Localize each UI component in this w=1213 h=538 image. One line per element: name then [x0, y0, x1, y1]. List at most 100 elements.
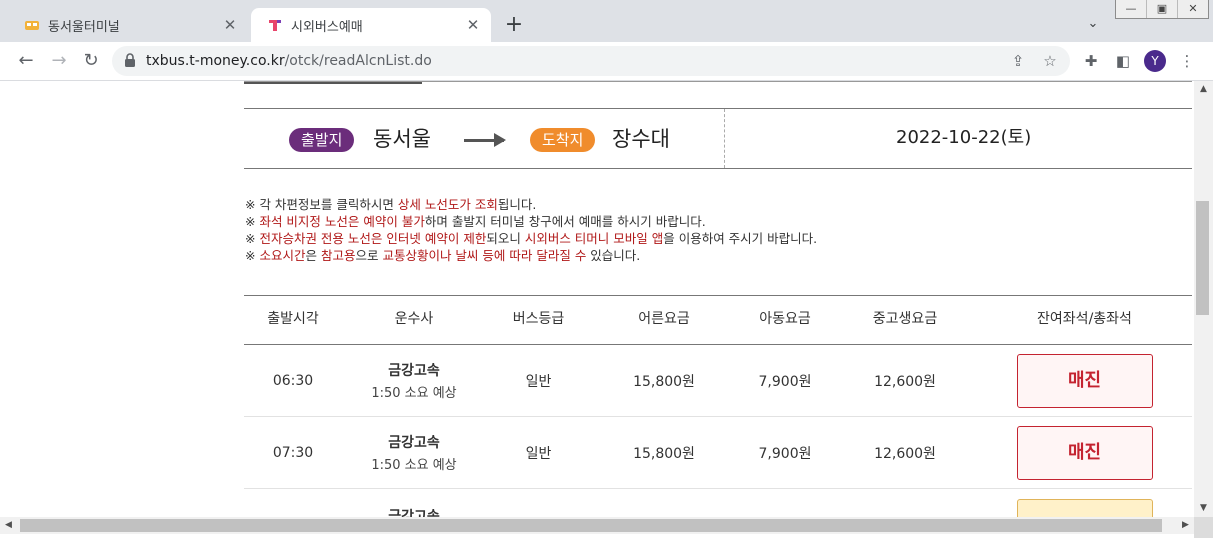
seat-cell: 매진: [977, 345, 1192, 416]
table-header: 출발시각 운수사 버스등급 어른요금 아동요금 중고생요금 잔여좌석/총좌석: [244, 295, 1192, 345]
teen-fare: 12,600원: [874, 373, 936, 390]
notice-text: 있습니다.: [586, 248, 641, 263]
soldout-button[interactable]: 매진: [1016, 353, 1153, 408]
tab-bus-reservation[interactable]: 시외버스예매 ✕: [251, 8, 491, 42]
window-controls: — ▣ ✕: [1115, 0, 1209, 19]
divider: [724, 109, 725, 168]
vertical-scrollbar[interactable]: ▲ ▼: [1194, 81, 1213, 517]
teen-fare: 12,600원: [874, 445, 936, 462]
share-icon[interactable]: ⇪: [1008, 51, 1028, 71]
company-cell: 금강고속 1:50 소요 예상: [342, 417, 486, 488]
scroll-down-icon[interactable]: ▼: [1194, 500, 1213, 517]
notice-highlight: 소요시간: [259, 248, 306, 263]
departure-time: 07:30: [272, 444, 314, 461]
horizontal-scrollbar[interactable]: ◀ ▶: [0, 517, 1194, 534]
company-cell: 금강고속: [342, 489, 486, 517]
seat-cell: [977, 489, 1192, 517]
url-path: /otck/readAlcnList.do: [284, 53, 432, 69]
seat-select-button[interactable]: [1016, 499, 1153, 517]
notice-text: 되오니: [486, 231, 525, 246]
star-icon[interactable]: ☆: [1040, 51, 1060, 71]
duration: 1:50 소요 예상: [371, 458, 457, 473]
table-row[interactable]: 금강고속: [244, 489, 1192, 517]
company-cell: 금강고속 1:50 소요 예상: [342, 345, 486, 416]
notice-line: ※ 전자승차권 전용 노선은 인터넷 예약이 제한되오니 시외버스 티머니 모바…: [245, 230, 817, 247]
departure-date: 2022-10-22(토): [896, 127, 1032, 148]
adult-fare: 15,800원: [633, 445, 695, 462]
notice-highlight: 전자승차권 전용 노선은 인터넷 예약이 제한: [259, 231, 487, 246]
terminal-favicon-icon: [24, 17, 40, 33]
notice-line: ※ 소요시간은 참고용으로 교통상황이나 날씨 등에 따라 달라질 수 있습니다…: [245, 247, 817, 264]
header-bus-grade: 버스등급: [512, 311, 565, 327]
header-seats: 잔여좌석/총좌석: [1037, 311, 1132, 327]
restore-icon[interactable]: ▣: [1147, 0, 1178, 18]
route-arrow-icon: [464, 133, 506, 147]
notice-highlight: 좌석 비지정 노선은 예약이 불가: [259, 214, 425, 229]
soldout-button[interactable]: 매진: [1016, 425, 1153, 480]
notice-highlight: 상세 노선도가 조회: [397, 197, 498, 212]
url-host: txbus.t-money.co.kr: [146, 53, 285, 69]
tab-strip: 동서울터미널 ✕ 시외버스예매 ✕ + ⌄ — ▣ ✕: [0, 0, 1213, 42]
notice-line: ※ 좌석 비지정 노선은 예약이 불가하며 출발지 터미널 창구에서 예매를 하…: [245, 213, 817, 230]
company-name: 금강고속: [388, 435, 440, 451]
child-fare: 7,900원: [758, 373, 812, 390]
notice-text: ※ 각 차편정보를 클릭하시면: [245, 197, 398, 212]
forward-icon[interactable]: →: [47, 49, 71, 73]
company-name: 금강고속: [388, 363, 440, 379]
tmoney-favicon-icon: [267, 17, 283, 33]
arrival-city: 장수대: [612, 127, 670, 151]
schedule-table: 출발시각 운수사 버스등급 어른요금 아동요금 중고생요금 잔여좌석/총좌석 0…: [244, 295, 1192, 517]
tab-close-icon[interactable]: ✕: [465, 17, 481, 33]
tab-title: 시외버스예매: [291, 19, 363, 35]
notice-text: ※: [245, 231, 260, 246]
header-departure-time: 출발시각: [267, 311, 319, 327]
back-icon[interactable]: ←: [14, 49, 38, 73]
header-teen-fare: 중고생요금: [872, 311, 938, 327]
header-child-fare: 아동요금: [759, 311, 811, 327]
table-row[interactable]: 07:30 금강고속 1:50 소요 예상 일반 15,800원 7,900원 …: [244, 417, 1192, 489]
tab-dongseoul-terminal[interactable]: 동서울터미널 ✕: [8, 8, 248, 42]
notice-text: 으로: [355, 248, 383, 263]
new-tab-icon[interactable]: +: [502, 13, 526, 37]
header-company: 운수사: [394, 311, 434, 327]
url-text[interactable]: txbus.t-money.co.kr/otck/readAlcnList.do: [146, 46, 432, 76]
bus-grade: 일반: [525, 373, 552, 390]
scroll-up-icon[interactable]: ▲: [1194, 81, 1213, 98]
tab-title: 동서울터미널: [48, 19, 120, 35]
notice-text: ※: [245, 214, 260, 229]
scroll-thumb[interactable]: [1196, 201, 1209, 315]
tab-close-icon[interactable]: ✕: [222, 17, 238, 33]
header-adult-fare: 어른요금: [638, 311, 690, 327]
sidepanel-icon[interactable]: ◧: [1113, 51, 1133, 71]
lock-icon[interactable]: [124, 52, 138, 70]
adult-fare: 15,800원: [633, 373, 695, 390]
company-name: 금강고속: [388, 509, 440, 517]
tab-search-chevron-icon[interactable]: ⌄: [1083, 14, 1103, 34]
scroll-left-icon[interactable]: ◀: [0, 517, 17, 534]
table-row[interactable]: 06:30 금강고속 1:50 소요 예상 일반 15,800원 7,900원 …: [244, 345, 1192, 417]
address-bar[interactable]: txbus.t-money.co.kr/otck/readAlcnList.do…: [112, 46, 1070, 76]
tab-underline: [244, 82, 422, 84]
scroll-thumb[interactable]: [20, 519, 1162, 532]
notice-list: ※ 각 차편정보를 클릭하시면 상세 노선도가 조회됩니다. ※ 좌석 비지정 노…: [245, 196, 817, 264]
seat-cell: 매진: [977, 417, 1192, 488]
notice-highlight: 시외버스 티머니 모바일 앱: [524, 231, 664, 246]
notice-text: 됩니다.: [497, 197, 537, 212]
departure-tag: 출발지: [289, 128, 355, 152]
scrollbar-corner: [1194, 517, 1213, 538]
notice-text: ※: [245, 248, 260, 263]
notice-text: 하며 출발지 터미널 창구에서 예매를 하시기 바랍니다.: [424, 214, 706, 229]
notice-line: ※ 각 차편정보를 클릭하시면 상세 노선도가 조회됩니다.: [245, 196, 817, 213]
minimize-icon[interactable]: —: [1116, 0, 1147, 18]
profile-avatar[interactable]: Y: [1144, 50, 1166, 72]
departure-city: 동서울: [373, 127, 431, 151]
extensions-icon[interactable]: ✚: [1081, 51, 1101, 71]
notice-text: 을 이용하여 주시기 바랍니다.: [663, 231, 818, 246]
scroll-right-icon[interactable]: ▶: [1177, 517, 1194, 534]
menu-icon[interactable]: ⋮: [1177, 51, 1197, 71]
route-summary: 출발지 동서울 도착지 장수대 2022-10-22(토): [244, 108, 1192, 169]
window-close-icon[interactable]: ✕: [1178, 0, 1208, 18]
duration: 1:50 소요 예상: [371, 386, 457, 401]
departure-time: 06:30: [272, 372, 314, 389]
reload-icon[interactable]: ↻: [79, 49, 103, 73]
